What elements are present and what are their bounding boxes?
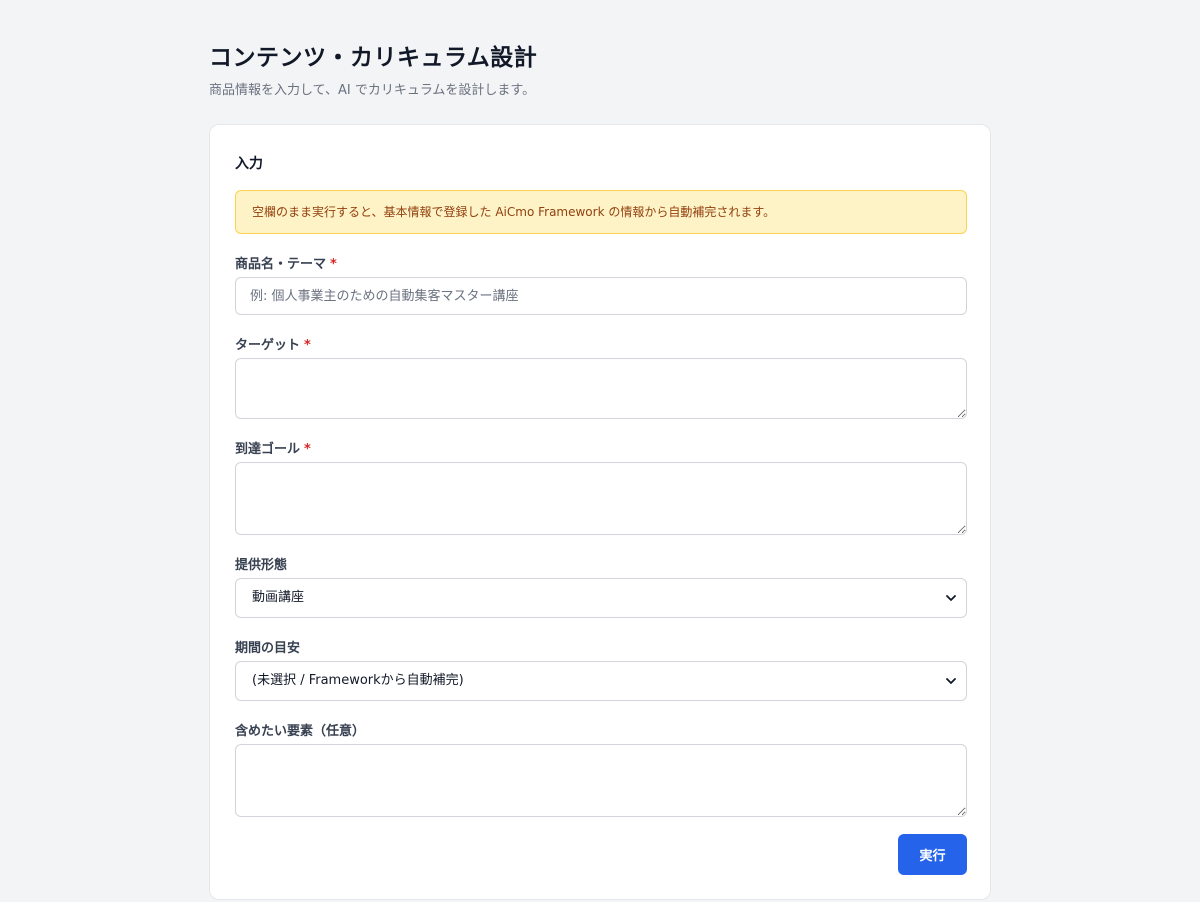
page-title: コンテンツ・カリキュラム設計 xyxy=(209,45,538,71)
product-label: 商品名・テーマ * xyxy=(235,253,337,272)
autocomplete-notice: 空欄のまま実行すると、基本情報で登録した AiCmo Framework の情報… xyxy=(235,190,967,234)
period-label-text: 期間の目安 xyxy=(235,641,301,656)
elements-textarea[interactable] xyxy=(235,744,967,817)
period-label: 期間の目安 xyxy=(235,637,300,656)
period-select[interactable]: (未選択 / Frameworkから自動補完) xyxy=(235,661,967,701)
goal-label: 到達ゴール * xyxy=(235,438,311,457)
period-selected-value: (未選択 / Frameworkから自動補完) xyxy=(252,673,464,688)
run-button[interactable]: 実行 xyxy=(898,834,967,875)
product-label-text: 商品名・テーマ xyxy=(235,257,327,272)
product-name-input[interactable] xyxy=(235,277,967,315)
required-mark: * xyxy=(330,257,337,272)
chevron-down-icon xyxy=(946,678,956,684)
required-mark: * xyxy=(304,442,311,457)
section-title: 入力 xyxy=(235,156,263,172)
target-label: ターゲット * xyxy=(235,334,311,353)
goal-label-text: 到達ゴール xyxy=(235,442,301,457)
target-label-text: ターゲット xyxy=(235,338,301,353)
chevron-down-icon xyxy=(946,595,956,601)
target-textarea[interactable] xyxy=(235,358,967,419)
input-card: 入力 空欄のまま実行すると、基本情報で登録した AiCmo Framework … xyxy=(209,124,991,900)
required-mark: * xyxy=(304,338,311,353)
delivery-label-text: 提供形態 xyxy=(235,558,288,573)
goal-textarea[interactable] xyxy=(235,462,967,535)
delivery-label: 提供形態 xyxy=(235,554,287,573)
page-subtitle: 商品情報を入力して、AI でカリキュラムを設計します。 xyxy=(209,83,536,98)
elements-label: 含めたい要素（任意） xyxy=(235,720,365,739)
delivery-format-select[interactable]: 動画講座 xyxy=(235,578,967,618)
elements-label-text: 含めたい要素（任意） xyxy=(235,724,366,739)
delivery-selected-value: 動画講座 xyxy=(252,590,305,605)
